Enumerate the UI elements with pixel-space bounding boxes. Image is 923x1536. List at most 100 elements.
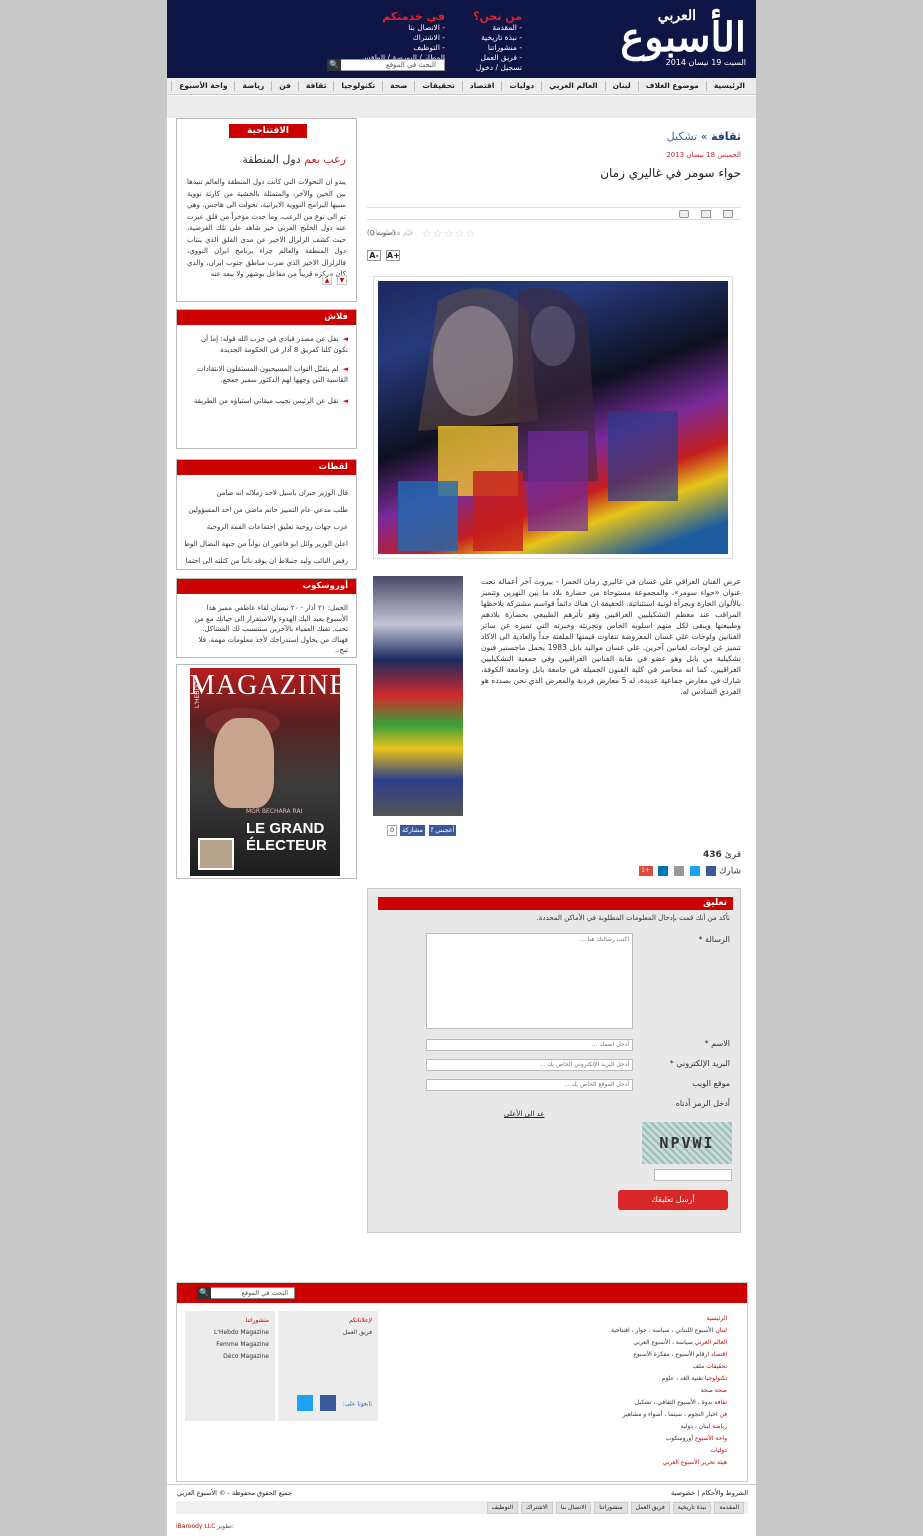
sitemap-row[interactable]: العالم العربي سياسة ، الأسبوع العربي bbox=[497, 1337, 727, 1349]
name-input[interactable]: أدخل اسمك ... bbox=[426, 1039, 633, 1051]
main-nav: الرئيسية موضوع الغلاف لبنان العالم العرب… bbox=[167, 78, 756, 95]
flash-item[interactable]: ◄نقل عن مصدر قيادي في حزب الله قوله: إما… bbox=[185, 334, 348, 356]
sitemap-row[interactable]: الرئيسية bbox=[497, 1313, 727, 1325]
footer-search-input[interactable]: البحث في الموقع 🔍 bbox=[197, 1287, 295, 1299]
magazine-headline: LE GRAND ÉLECTEUR bbox=[246, 820, 327, 854]
bottom-nav-item[interactable]: الاشتراك bbox=[520, 1501, 553, 1514]
bottom-nav-item[interactable]: فريق العمل bbox=[630, 1501, 670, 1514]
flash-item-text: لم يتقبّل النواب المسيحيون المستقلون الا… bbox=[197, 365, 348, 384]
nav-item[interactable]: لبنان bbox=[604, 81, 638, 91]
snapshot-item[interactable]: اعلن الوزير وائل ابو فاعور ان نواباً من … bbox=[185, 539, 348, 550]
linkedin-icon[interactable] bbox=[658, 866, 669, 876]
sitemap-row[interactable]: فن اخبار النجوم ، سينما ، أضواء و مشاهير bbox=[497, 1409, 727, 1421]
magazine-brand: L'HEBDO bbox=[194, 681, 201, 708]
publication-link[interactable]: Déco Magazine bbox=[185, 1351, 275, 1363]
message-textarea[interactable]: اكتب رسالتك هنا ... bbox=[426, 933, 633, 1029]
bottom-nav-item[interactable]: نبذة تاريخية bbox=[672, 1501, 712, 1514]
services-link[interactable]: - التوظيف bbox=[361, 43, 445, 53]
sitemap-sub: اخبار النجوم ، سينما ، أضواء و مشاهير bbox=[622, 1411, 718, 1418]
sitemap-row[interactable]: اقتصاد ارقام الأسبوع ، مفكرة الأسبوع bbox=[497, 1349, 727, 1361]
twitter-icon[interactable] bbox=[297, 1395, 314, 1411]
publication-link[interactable]: L'Hebdo Magazine bbox=[185, 1327, 275, 1339]
publication-link[interactable]: Femme Magazine bbox=[185, 1339, 275, 1351]
scroll-down-icon[interactable]: ▼ bbox=[336, 275, 347, 285]
comment-title: تعليق bbox=[378, 897, 733, 910]
magazine-cover[interactable]: MAGAZINE L'HEBDO MGR BECHARA RAI LE GRAN… bbox=[190, 668, 340, 876]
sitemap-row[interactable]: هيئة تحرير الأسبوع العربي bbox=[497, 1457, 727, 1469]
nav-item[interactable]: موضوع الغلاف bbox=[637, 81, 706, 91]
snapshot-item[interactable]: رفض النائب وليد جنبلاط ان يوقد نائباً من… bbox=[185, 556, 348, 567]
sitemap-row[interactable]: دوليات bbox=[497, 1445, 727, 1457]
snapshot-item[interactable]: عرب جهات روحية تعليق اجتماعات القمة الرو… bbox=[185, 522, 348, 533]
about-link[interactable]: - منشوراتنا bbox=[473, 43, 522, 53]
snapshot-item[interactable]: قال الوزير جبران باسيل لاحد زملائه انه ض… bbox=[185, 488, 348, 499]
font-decrease-button[interactable]: A- bbox=[367, 250, 381, 261]
site-logo[interactable]: العربي الأسبوع bbox=[536, 8, 748, 61]
print-icon[interactable] bbox=[723, 210, 733, 218]
about-link[interactable]: - فريق العمل bbox=[473, 53, 522, 63]
back-to-top-link[interactable]: عد الى الأعلى bbox=[504, 1110, 544, 1118]
breadcrumb-section[interactable]: ثقافة bbox=[711, 130, 741, 143]
nav-item[interactable]: تكنولوجيا bbox=[333, 81, 382, 91]
search-placeholder: البحث في الموقع bbox=[241, 1289, 288, 1297]
about-link[interactable]: - نبذة تاريخية bbox=[473, 33, 522, 43]
facebook-share-button[interactable]: مشاركة bbox=[400, 825, 425, 836]
bottom-nav-item[interactable]: المقدمة bbox=[714, 1501, 744, 1514]
search-icon[interactable]: 🔍 bbox=[197, 1287, 211, 1299]
nav-item[interactable]: اقتصاد bbox=[461, 81, 502, 91]
google-plus-button[interactable]: +1 bbox=[638, 866, 653, 876]
flash-item[interactable]: ◄نقل عن الرئيس نجيب ميقاتي استياؤه من ال… bbox=[185, 396, 348, 407]
sitemap-row[interactable]: تكنولوجيا تقنية الغد ، علوم bbox=[497, 1373, 727, 1385]
facebook-icon[interactable] bbox=[706, 866, 717, 876]
rating-bar: قيّم هذا المقال ☆☆☆☆☆ (صوت 0) bbox=[367, 226, 741, 240]
nav-item[interactable]: دوليات bbox=[501, 81, 541, 91]
email-icon[interactable] bbox=[674, 866, 685, 876]
send-comment-button[interactable]: أرسل تعليقك bbox=[618, 1190, 728, 1210]
flash-item[interactable]: ◄لم يتقبّل النواب المسيحيون المستقلون ال… bbox=[185, 364, 348, 386]
bottom-nav-item[interactable]: منشوراتنا bbox=[594, 1501, 628, 1514]
terms-links[interactable]: الشروط والأحكام | خصوصية bbox=[671, 1489, 748, 1497]
snapshot-item[interactable]: طلب مدعي عام التمييز حاتم ماضي من احد ال… bbox=[185, 505, 348, 516]
search-icon[interactable]: 🔍 bbox=[327, 59, 341, 71]
nav-item[interactable]: فن bbox=[271, 81, 298, 91]
captcha-input[interactable] bbox=[654, 1169, 732, 1181]
sitemap-row[interactable]: رياضة لبنان ، دولية bbox=[497, 1421, 728, 1433]
services-link[interactable]: - الاشتراك bbox=[361, 33, 445, 43]
horoscope-body[interactable]: الحمل: ٢١ آذار - ٢٠ نيسان لقاء عاطفي ممي… bbox=[185, 603, 348, 656]
website-input[interactable]: أدخل الموقع الخاص بك ... bbox=[426, 1079, 633, 1091]
sitemap-sub: أوروسكوب bbox=[665, 1435, 694, 1442]
nav-item[interactable]: تحقيقات bbox=[414, 81, 461, 91]
bottom-nav-item[interactable]: الاتصال بنا bbox=[555, 1501, 592, 1514]
facebook-icon[interactable] bbox=[319, 1395, 336, 1411]
comment-icon[interactable] bbox=[679, 210, 689, 218]
twitter-icon[interactable] bbox=[690, 866, 701, 876]
about-link[interactable]: - المقدمة bbox=[473, 23, 522, 33]
bottom-nav-item[interactable]: التوظيف bbox=[486, 1501, 518, 1514]
scroll-up-icon[interactable]: ▲ bbox=[322, 275, 332, 285]
sitemap-row[interactable]: صحة صحة bbox=[497, 1385, 727, 1397]
sitemap-row[interactable]: لبنان الأسبوع اللبناني ، سياسة ، حوار ، … bbox=[497, 1325, 727, 1337]
pdf-icon[interactable] bbox=[701, 210, 711, 218]
nav-item[interactable]: واحة الأسبوع bbox=[171, 81, 234, 91]
nav-item[interactable]: الرئيسية bbox=[705, 81, 752, 91]
nav-item[interactable]: ثقافة bbox=[297, 81, 334, 91]
credit-link[interactable]: iBaroody LLC bbox=[176, 1523, 215, 1530]
captcha-label: أدخل الرمز أدناه bbox=[675, 1099, 730, 1108]
services-link[interactable]: - الاتصال بنا bbox=[361, 23, 445, 33]
nav-item[interactable]: رياضة bbox=[234, 81, 271, 91]
sitemap-head: صحة bbox=[714, 1387, 727, 1394]
nav-item[interactable]: العالم العربي bbox=[541, 81, 604, 91]
ads-link[interactable]: فريق العمل bbox=[278, 1327, 378, 1339]
sitemap-row[interactable]: ثقافة ندوة ، الأسبوع الثقافي ، تشكيل bbox=[497, 1397, 727, 1409]
login-link[interactable]: تسجيل / دخول bbox=[473, 63, 522, 73]
font-increase-button[interactable]: A+ bbox=[385, 250, 400, 261]
breadcrumb-subsection[interactable]: تشكيل bbox=[667, 130, 698, 143]
sitemap-row[interactable]: تحقيقات ملف bbox=[497, 1361, 727, 1373]
sitemap-row[interactable]: واحة الأسبوع أوروسكوب bbox=[497, 1433, 727, 1445]
email-input[interactable]: أدخل البريد الإلكتروني الخاص بك ... bbox=[426, 1059, 633, 1071]
rating-stars[interactable]: ☆☆☆☆☆ bbox=[422, 227, 476, 240]
nav-item[interactable]: صحة bbox=[382, 81, 414, 91]
header-search-input[interactable]: البحث في الموقع 🔍 bbox=[327, 59, 445, 71]
facebook-like-button[interactable]: f أعجبني bbox=[428, 825, 457, 836]
editorial-headline[interactable]: رعب بعم دول المنطقة bbox=[242, 153, 346, 166]
